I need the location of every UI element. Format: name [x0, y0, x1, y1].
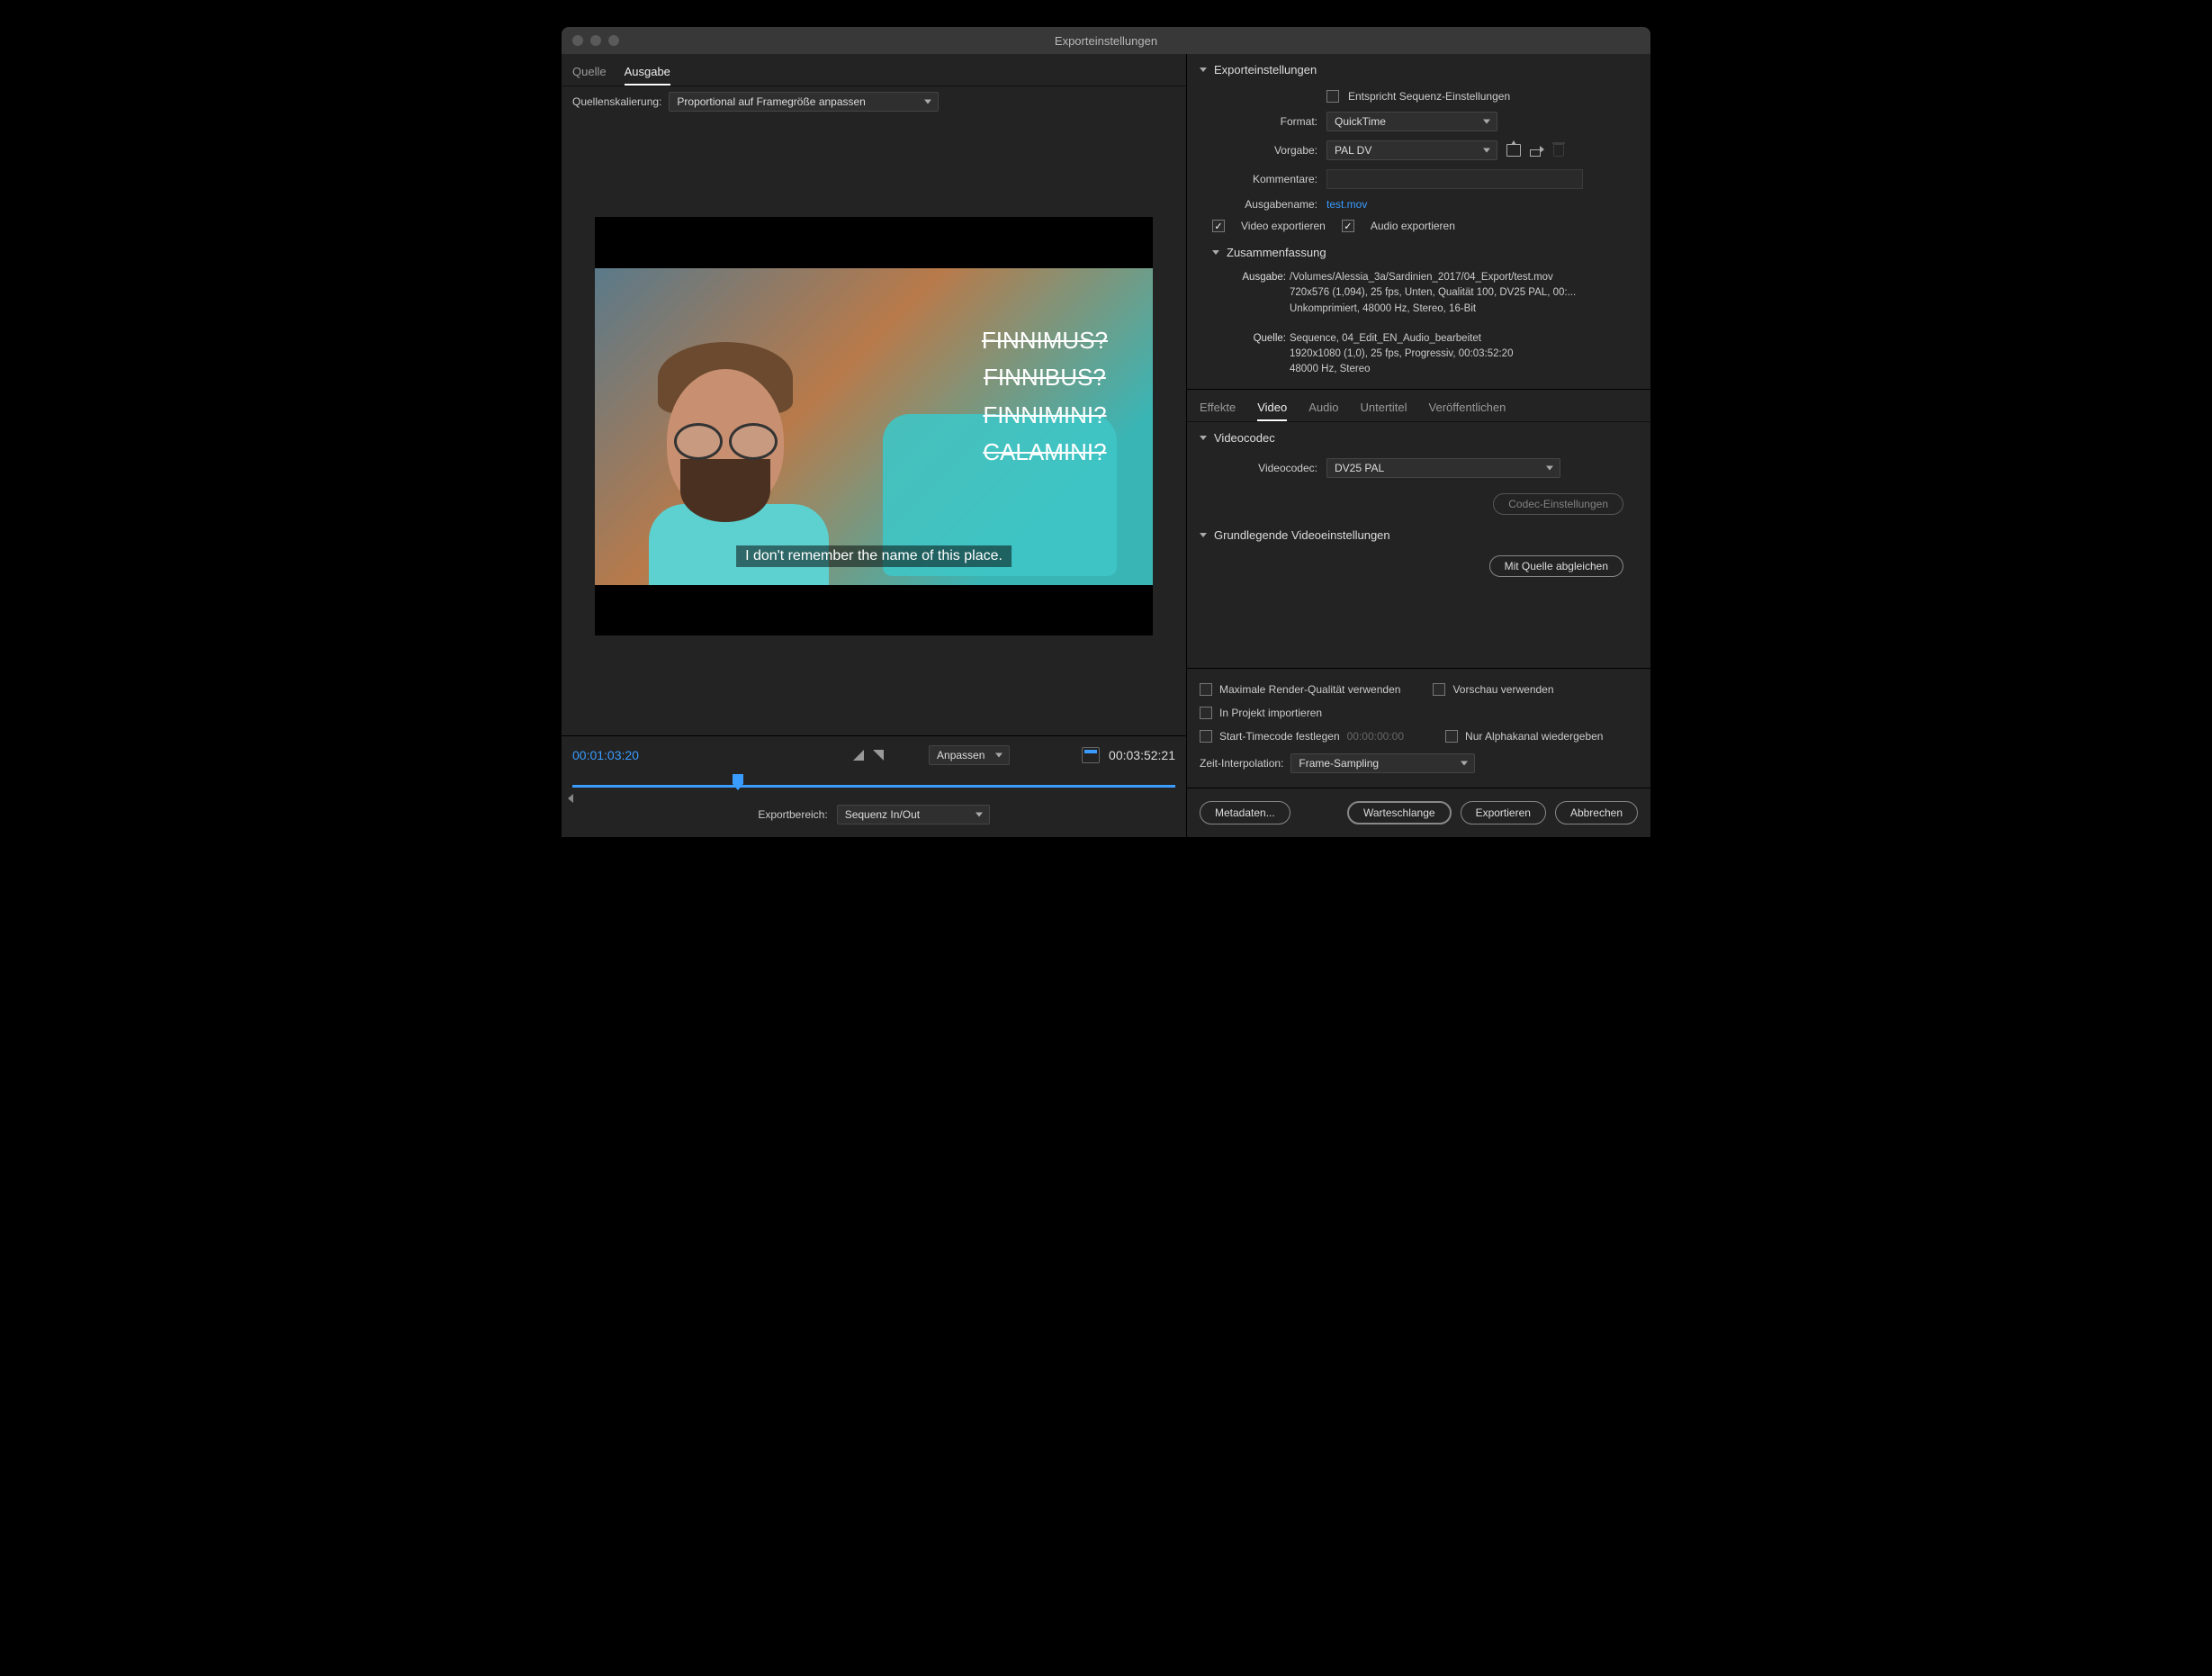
- delete-preset-icon[interactable]: [1553, 144, 1564, 157]
- chevron-down-icon: [1200, 533, 1207, 537]
- preview-frame: FINNIMUS? FINNIBUS? FINNIMINI? CALAMINI?…: [595, 268, 1153, 585]
- cancel-button[interactable]: Abbrechen: [1555, 801, 1638, 824]
- match-sequence-label: Entspricht Sequenz-Einstellungen: [1348, 90, 1510, 103]
- use-preview-checkbox[interactable]: [1433, 683, 1445, 696]
- outname-label: Ausgabename:: [1223, 198, 1317, 211]
- settings-panel: Exporteinstellungen Entspricht Sequenz-E…: [1187, 54, 1650, 837]
- mark-in-icon[interactable]: [853, 750, 864, 761]
- start-tc-label: Start-Timecode festlegen: [1219, 730, 1340, 743]
- codec-settings-button[interactable]: Codec-Einstellungen: [1493, 493, 1623, 515]
- codec-select[interactable]: DV25 PAL: [1326, 458, 1560, 478]
- fit-select[interactable]: Anpassen: [929, 745, 1010, 765]
- titlebar: Exporteinstellungen: [562, 27, 1650, 54]
- subtab-captions[interactable]: Untertitel: [1361, 397, 1407, 421]
- playhead-icon[interactable]: [733, 774, 743, 790]
- tab-source[interactable]: Quelle: [572, 61, 607, 86]
- import-project-checkbox[interactable]: [1200, 707, 1212, 719]
- format-select[interactable]: QuickTime: [1326, 112, 1497, 131]
- export-settings-header[interactable]: Exporteinstellungen: [1187, 54, 1650, 86]
- range-select[interactable]: Sequenz In/Out: [837, 805, 990, 824]
- timecode-out: 00:03:52:21: [1109, 748, 1175, 762]
- scaling-label: Quellenskalierung:: [572, 95, 661, 108]
- match-sequence-checkbox[interactable]: [1326, 90, 1339, 103]
- match-source-button[interactable]: Mit Quelle abgleichen: [1489, 555, 1623, 577]
- chevron-down-icon: [1212, 250, 1219, 255]
- max-render-label: Maximale Render-Qualität verwenden: [1219, 683, 1400, 696]
- export-audio-checkbox[interactable]: [1342, 220, 1354, 232]
- queue-button[interactable]: Warteschlange: [1347, 801, 1452, 824]
- alpha-only-label: Nur Alphakanal wiedergeben: [1465, 730, 1603, 743]
- export-settings-window: Exporteinstellungen Quelle Ausgabe Quell…: [562, 27, 1650, 837]
- summary-source: Quelle:Sequence, 04_Edit_EN_Audio_bearbe…: [1187, 329, 1650, 382]
- start-tc-checkbox[interactable]: [1200, 730, 1212, 743]
- save-preset-icon[interactable]: [1506, 144, 1521, 157]
- basic-video-header[interactable]: Grundlegende Videoeinstellungen: [1187, 519, 1650, 551]
- preview-viewport: FINNIMUS? FINNIBUS? FINNIMINI? CALAMINI?…: [595, 217, 1153, 635]
- comments-label: Kommentare:: [1223, 173, 1317, 185]
- outname-link[interactable]: test.mov: [1326, 198, 1367, 211]
- alpha-only-checkbox[interactable]: [1445, 730, 1458, 743]
- minimize-window[interactable]: [590, 35, 601, 46]
- export-video-label: Video exportieren: [1241, 220, 1326, 232]
- overlay-text: FINNIMUS? FINNIBUS? FINNIMINI? CALAMINI?: [982, 322, 1108, 472]
- subtab-video[interactable]: Video: [1257, 397, 1287, 421]
- export-audio-label: Audio exportieren: [1371, 220, 1455, 232]
- footer-buttons: Metadaten... Warteschlange Exportieren A…: [1187, 788, 1650, 837]
- interp-label: Zeit-Interpolation:: [1200, 757, 1283, 770]
- range-label: Exportbereich:: [758, 808, 827, 821]
- scroll-left-icon[interactable]: [568, 794, 573, 803]
- import-project-label: In Projekt importieren: [1219, 707, 1322, 719]
- interp-select[interactable]: Frame-Sampling: [1290, 753, 1475, 773]
- window-controls: [572, 35, 619, 46]
- comments-input[interactable]: [1326, 169, 1583, 189]
- max-render-checkbox[interactable]: [1200, 683, 1212, 696]
- preview-panel: Quelle Ausgabe Quellenskalierung: Propor…: [562, 54, 1187, 837]
- use-preview-label: Vorschau verwenden: [1452, 683, 1553, 696]
- transport-bar: 00:01:03:20 Anpassen 00:03:52:21 Ex: [562, 735, 1186, 837]
- start-tc-value: 00:00:00:00: [1347, 730, 1404, 743]
- codec-label: Videocodec:: [1241, 462, 1317, 474]
- chevron-down-icon: [1200, 436, 1207, 440]
- tab-output[interactable]: Ausgabe: [625, 61, 670, 86]
- metadata-button[interactable]: Metadaten...: [1200, 801, 1290, 824]
- export-button[interactable]: Exportieren: [1461, 801, 1546, 824]
- chevron-down-icon: [1200, 68, 1207, 72]
- summary-header[interactable]: Zusammenfassung: [1187, 237, 1650, 268]
- timeline[interactable]: [572, 774, 1175, 796]
- crop-icon[interactable]: [1082, 747, 1100, 763]
- subtab-audio[interactable]: Audio: [1308, 397, 1338, 421]
- mark-out-icon[interactable]: [873, 750, 884, 761]
- window-title: Exporteinstellungen: [1055, 34, 1157, 48]
- import-preset-icon[interactable]: [1530, 144, 1544, 157]
- subtab-effects[interactable]: Effekte: [1200, 397, 1236, 421]
- footer-options: Maximale Render-Qualität verwenden Vorsc…: [1187, 668, 1650, 788]
- preset-label: Vorgabe:: [1223, 144, 1317, 157]
- summary-output: Ausgabe:/Volumes/Alessia_3a/Sardinien_20…: [1187, 268, 1650, 320]
- codec-header[interactable]: Videocodec: [1187, 422, 1650, 454]
- export-video-checkbox[interactable]: [1212, 220, 1225, 232]
- scaling-select[interactable]: Proportional auf Framegröße anpassen: [669, 92, 939, 112]
- subtitle: I don't remember the name of this place.: [736, 545, 1012, 567]
- format-label: Format:: [1223, 115, 1317, 128]
- preset-select[interactable]: PAL DV: [1326, 140, 1497, 160]
- close-window[interactable]: [572, 35, 583, 46]
- timecode-in[interactable]: 00:01:03:20: [572, 748, 639, 762]
- zoom-window[interactable]: [608, 35, 619, 46]
- subtab-publish[interactable]: Veröffentlichen: [1429, 397, 1506, 421]
